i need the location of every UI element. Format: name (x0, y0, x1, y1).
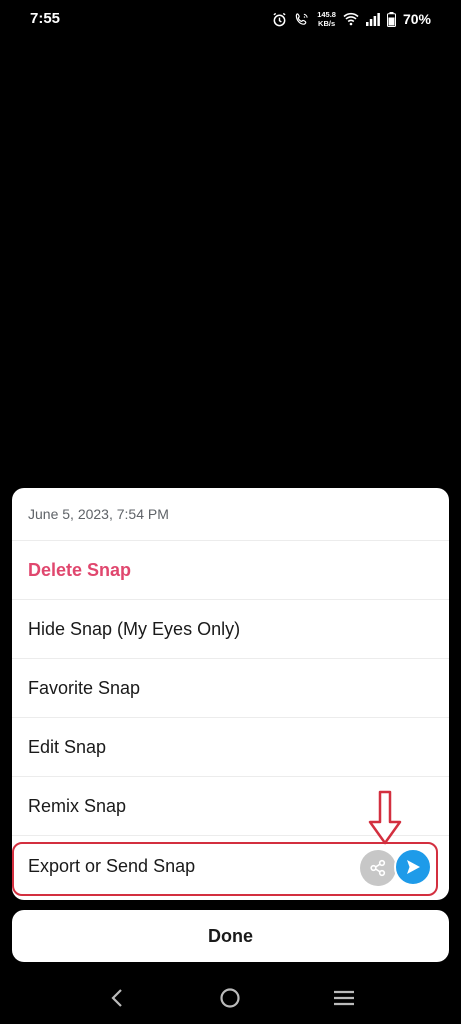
down-arrow-annotation-icon (368, 790, 402, 845)
network-speed-unit: KB/s (318, 19, 336, 28)
network-speed: 145.8 KB/s (317, 10, 336, 28)
favorite-snap-item[interactable]: Favorite Snap (12, 659, 449, 718)
status-time: 7:55 (30, 10, 61, 27)
status-bar: 7:55 145.8 KB/s 70% (0, 0, 461, 38)
recents-button[interactable] (324, 978, 364, 1018)
wifi-icon (343, 12, 359, 26)
alarm-icon (273, 12, 286, 26)
signal-icon (365, 12, 380, 26)
call-wifi-icon (295, 12, 308, 25)
share-icon (370, 859, 386, 877)
edit-snap-item[interactable]: Edit Snap (12, 718, 449, 777)
home-button[interactable] (210, 978, 250, 1018)
delete-snap-item[interactable]: Delete Snap (12, 541, 449, 600)
battery-icon (386, 11, 396, 27)
snap-date: June 5, 2023, 7:54 PM (12, 488, 449, 541)
status-icons: 145.8 KB/s 70% (272, 8, 431, 30)
send-arrow-icon (407, 860, 420, 874)
send-button[interactable] (394, 848, 432, 886)
snap-options-sheet: June 5, 2023, 7:54 PM Delete Snap Hide S… (12, 488, 449, 900)
hide-snap-item[interactable]: Hide Snap (My Eyes Only) (12, 600, 449, 659)
back-icon (111, 989, 122, 1007)
home-icon (220, 988, 241, 1008)
back-button[interactable] (97, 978, 137, 1018)
network-speed-value: 145.8 (317, 10, 336, 19)
battery-percent: 70% (402, 11, 431, 27)
system-nav-bar (0, 972, 461, 1024)
done-button[interactable]: Done (12, 910, 449, 962)
recents-icon (334, 990, 355, 1006)
share-button[interactable] (360, 850, 396, 886)
